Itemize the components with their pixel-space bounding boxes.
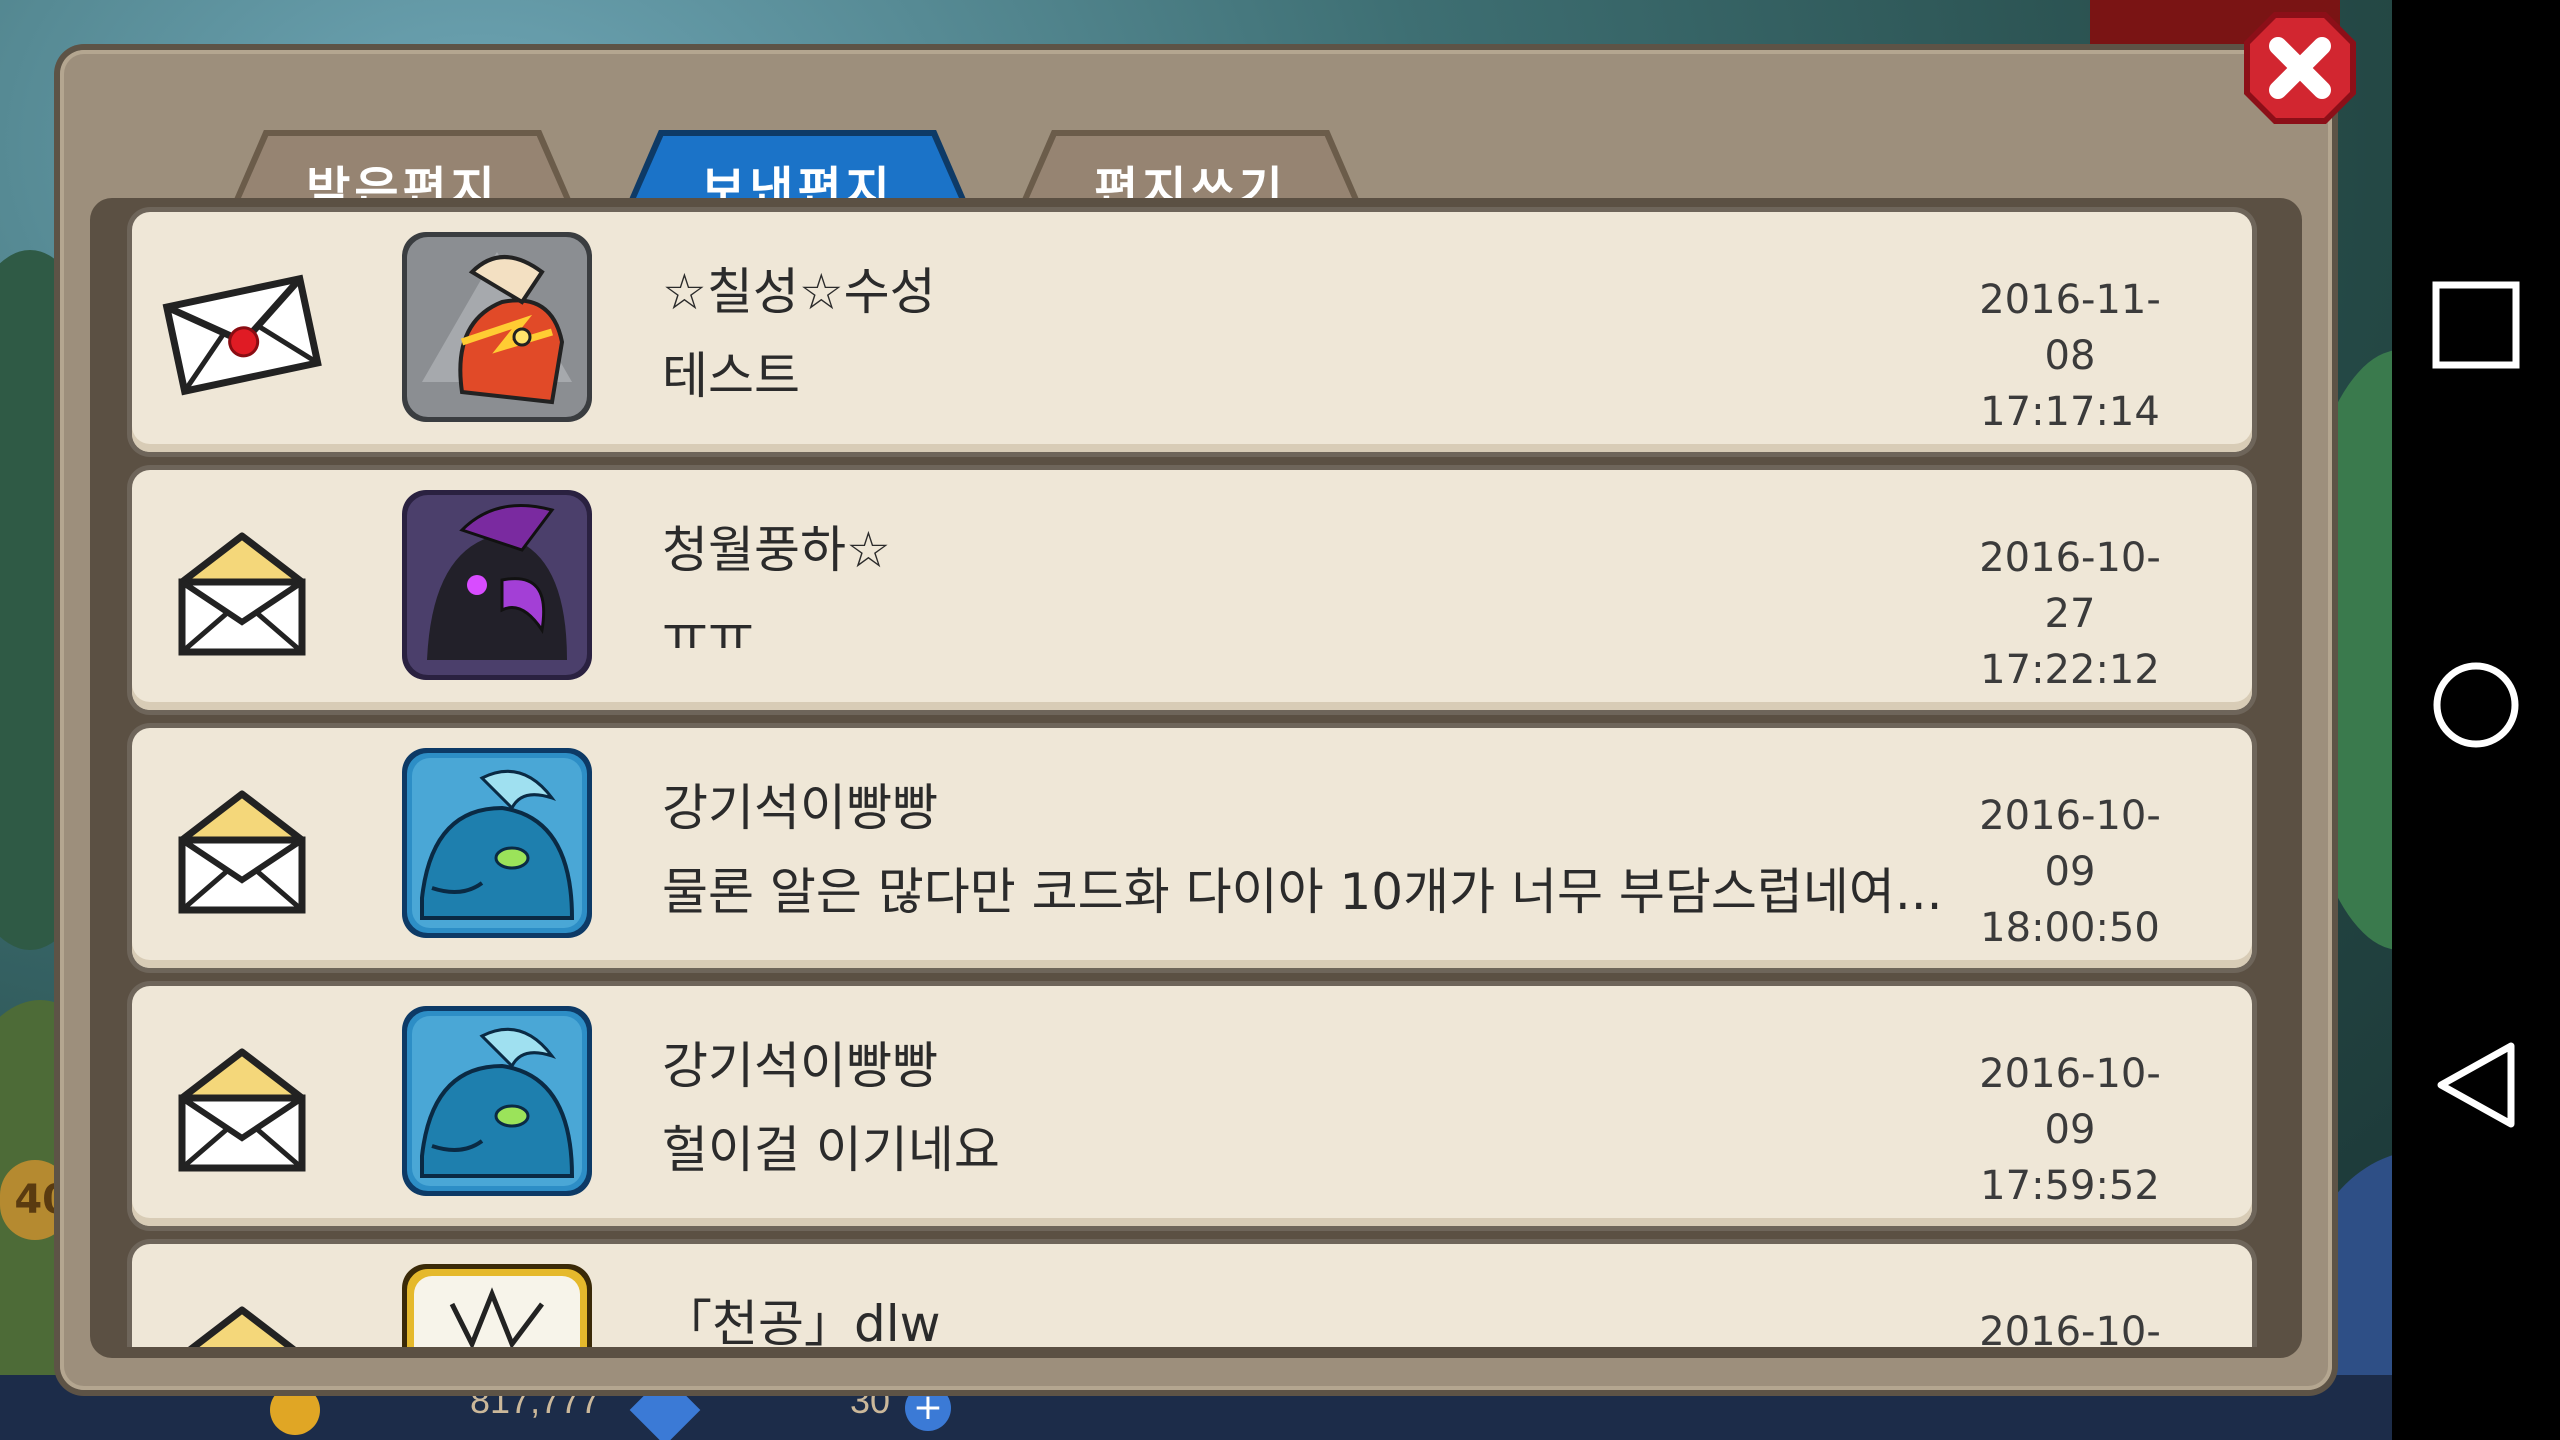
sent-date: 2016-11-08: [1979, 277, 2161, 379]
red-dragon-avatar: [402, 232, 592, 422]
sent-time: 18:00:50: [1980, 905, 2160, 951]
open-envelope-icon: [187, 1306, 297, 1347]
mail-list-item[interactable]: ☆칠성☆수성 테스트 2016-11-08 17:17:14: [132, 212, 2252, 452]
sent-date: 2016-10-09: [1979, 1051, 2161, 1153]
sender-name: 「천공」dlw: [662, 1295, 941, 1347]
mail-list-item[interactable]: 청월풍하☆ ㅠㅠ 2016-10-27 17:22:12: [132, 470, 2252, 710]
mailbox-panel: 받은편지 보낸편지 편지쓰기 ☆칠성☆수성 테스트 2016-11-08 17:…: [60, 50, 2332, 1390]
sent-time: 17:22:12: [1980, 647, 2160, 693]
home-button[interactable]: [2392, 660, 2560, 780]
gold-coin-icon: [270, 1385, 320, 1435]
circle-icon: [2433, 662, 2519, 748]
add-gems-button[interactable]: +: [905, 1385, 951, 1431]
mail-list-item[interactable]: 강기석이빵빵 물론 알은 많다만 코드화 다이아 10개가 너무 부담스럽네여.…: [132, 728, 2252, 968]
open-envelope-icon: [178, 790, 306, 914]
message-preview: ㅠㅠ: [662, 605, 754, 663]
sender-name: 강기석이빵빵: [662, 1037, 938, 1095]
system-navigation-bar: [2392, 0, 2560, 1440]
open-envelope-icon: [178, 1048, 306, 1172]
sent-time: 17:17:14: [1980, 389, 2160, 435]
message-preview: 헐이걸 이기네요: [662, 1121, 1000, 1179]
triangle-back-icon: [2437, 1042, 2515, 1128]
sealed-envelope-icon: [162, 274, 322, 396]
blue-dragon-avatar: [402, 748, 592, 938]
mail-list-item[interactable]: 「천공」dlw 2016-10-08: [132, 1244, 2252, 1347]
mail-list[interactable]: ☆칠성☆수성 테스트 2016-11-08 17:17:14 청월풍하☆ ㅠㅠ …: [100, 202, 2292, 1347]
message-preview: 물론 알은 많다만 코드화 다이아 10개가 너무 부담스럽네여...: [662, 863, 1943, 921]
sent-date: 2016-10-27: [1979, 535, 2161, 637]
blue-dragon-avatar: [402, 1006, 592, 1196]
sender-name: 청월풍하☆: [662, 521, 891, 579]
sent-timestamp: 2016-10-08: [1960, 1304, 2180, 1347]
sent-time: 17:59:52: [1980, 1163, 2160, 1209]
recent-apps-button[interactable]: [2392, 280, 2560, 400]
message-preview: 테스트: [662, 347, 800, 405]
back-button[interactable]: [2392, 1040, 2560, 1160]
sent-timestamp: 2016-10-09 17:59:52: [1960, 1046, 2180, 1214]
sent-timestamp: 2016-11-08 17:17:14: [1960, 272, 2180, 440]
mail-list-item[interactable]: 강기석이빵빵 헐이걸 이기네요 2016-10-09 17:59:52: [132, 986, 2252, 1226]
sent-timestamp: 2016-10-09 18:00:50: [1960, 788, 2180, 956]
purple-dragon-avatar: [402, 490, 592, 680]
sender-name: ☆칠성☆수성: [662, 263, 936, 321]
open-envelope-icon: [178, 532, 306, 656]
sent-date: 2016-10-08: [1979, 1309, 2161, 1347]
sent-timestamp: 2016-10-27 17:22:12: [1960, 530, 2180, 698]
sender-name: 강기석이빵빵: [662, 779, 938, 837]
white-creature-avatar: [402, 1264, 592, 1347]
square-icon: [2432, 281, 2520, 369]
close-button[interactable]: [2238, 6, 2362, 130]
sent-date: 2016-10-09: [1979, 793, 2161, 895]
